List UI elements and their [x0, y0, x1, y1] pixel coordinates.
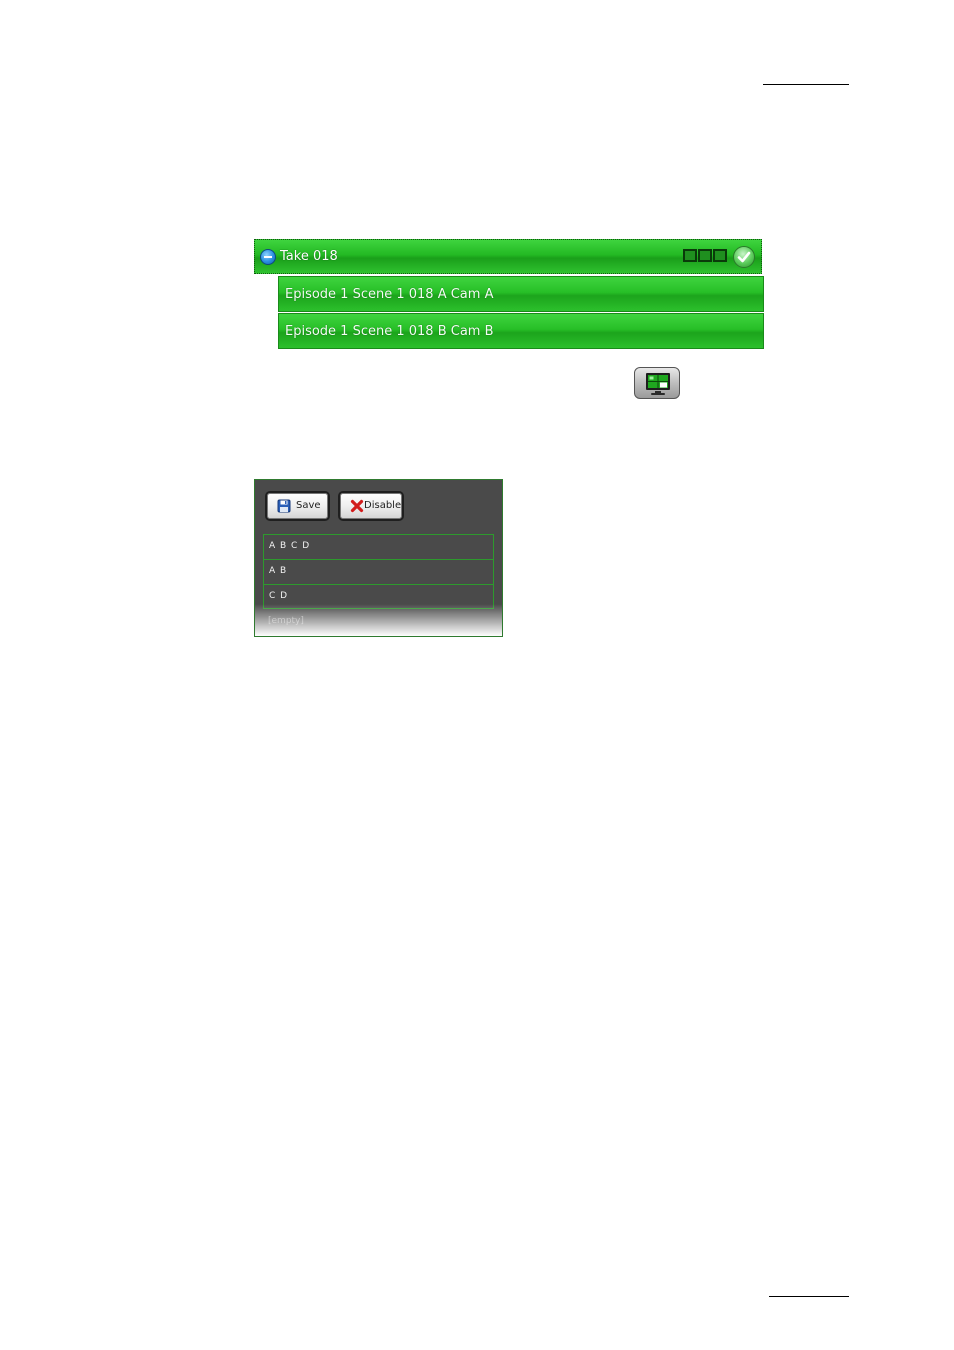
- layout-row[interactable]: C D: [263, 584, 494, 609]
- clip-label: Episode 1 Scene 1 018 B Cam B: [285, 324, 494, 339]
- header-rule: [763, 84, 849, 85]
- status-boxes: [683, 249, 729, 265]
- clip-label: Episode 1 Scene 1 018 A Cam A: [285, 287, 494, 302]
- multiviewer-button[interactable]: [634, 367, 680, 399]
- layout-row-label: A B C D: [269, 541, 311, 551]
- disable-button[interactable]: Disable: [338, 491, 404, 521]
- layout-row[interactable]: A B C D: [263, 534, 494, 559]
- footer-rule: [769, 1296, 849, 1297]
- save-button[interactable]: Save: [265, 491, 330, 521]
- status-box: [713, 249, 727, 262]
- multiviewer-monitor-icon: [646, 373, 670, 395]
- floppy-disk-icon: [277, 499, 291, 516]
- take-row[interactable]: Take 018: [254, 239, 762, 274]
- layout-row-label: C D: [269, 591, 289, 601]
- minus-circle-icon[interactable]: [260, 249, 276, 265]
- take-title: Take 018: [280, 249, 338, 264]
- status-box: [683, 249, 697, 262]
- clip-row[interactable]: Episode 1 Scene 1 018 B Cam B: [278, 313, 764, 349]
- status-box: [698, 249, 712, 262]
- check-circle-icon: [733, 246, 755, 268]
- layout-panel: Save Disable A B C D A B C D [empty]: [254, 479, 503, 637]
- layout-row[interactable]: A B: [263, 559, 494, 584]
- layout-row-label: A B: [269, 566, 288, 576]
- save-label: Save: [296, 500, 321, 511]
- empty-slot-label: [empty]: [268, 616, 304, 626]
- disable-label: Disable: [364, 500, 402, 511]
- clip-row[interactable]: Episode 1 Scene 1 018 A Cam A: [278, 276, 764, 312]
- take-tree: Take 018 Episode 1 Scene 1 018 A Cam A E…: [254, 239, 764, 350]
- red-x-icon: [350, 499, 364, 516]
